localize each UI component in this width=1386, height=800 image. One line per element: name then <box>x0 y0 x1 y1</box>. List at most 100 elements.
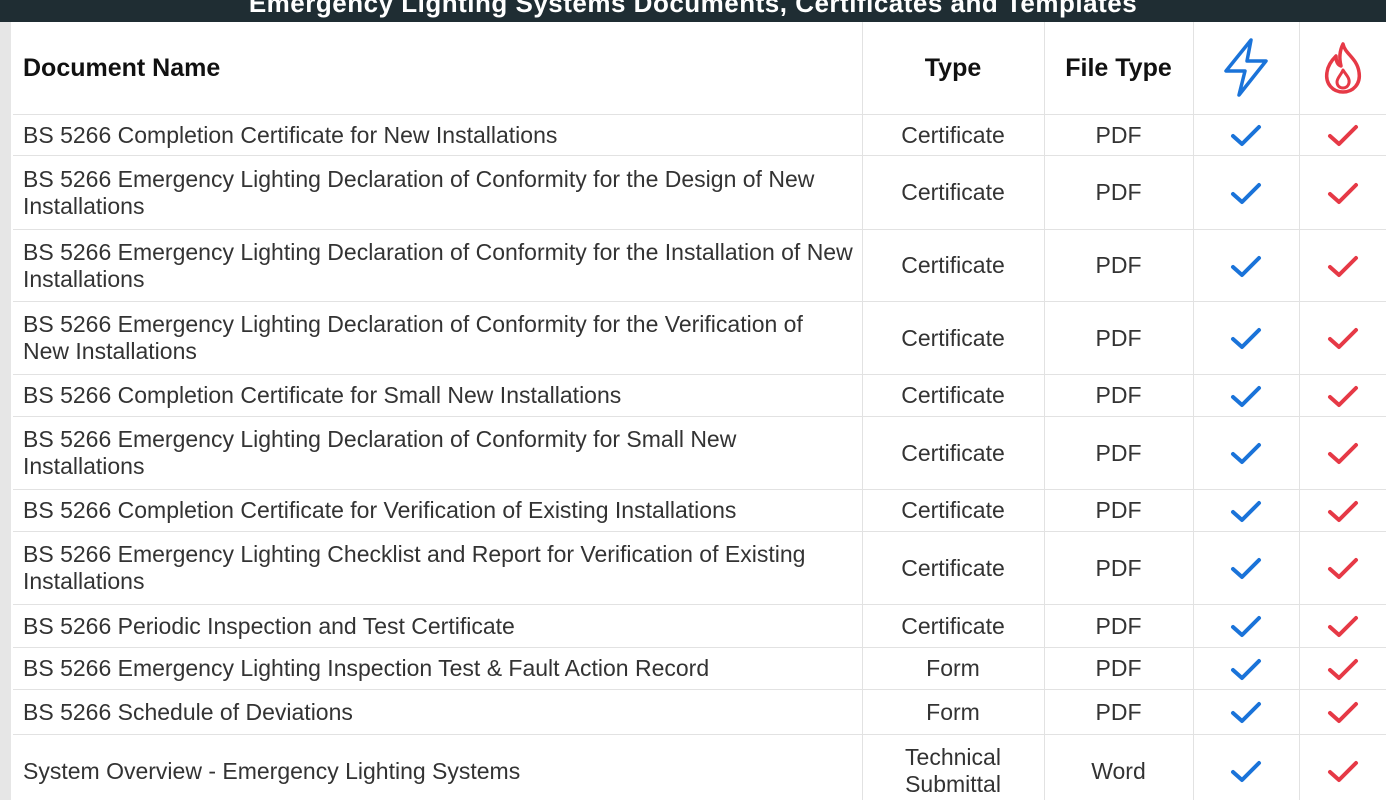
document-name-cell: BS 5266 Completion Certificate for New I… <box>13 114 863 156</box>
checkmark-icon <box>1327 382 1359 408</box>
checkmark-icon <box>1230 122 1262 148</box>
electrical-check-cell <box>1193 114 1300 156</box>
document-type-cell: Certificate <box>862 374 1045 417</box>
checkmark-icon <box>1327 613 1359 639</box>
checkmark-icon <box>1327 555 1359 581</box>
file-type-cell: PDF <box>1044 416 1194 490</box>
checkmark-icon <box>1327 699 1359 725</box>
file-type-cell: Word <box>1044 734 1194 800</box>
document-type-cell: Form <box>862 689 1045 735</box>
electrical-check-cell <box>1193 416 1300 490</box>
table-row: BS 5266 Schedule of Deviations Form PDF <box>13 689 1386 735</box>
electrical-check-cell <box>1193 689 1300 735</box>
fire-check-cell <box>1299 531 1386 605</box>
checkmark-icon <box>1327 655 1359 681</box>
electrical-check-cell <box>1193 374 1300 417</box>
document-name-cell: BS 5266 Emergency Lighting Checklist and… <box>13 531 863 605</box>
electrical-check-cell <box>1193 489 1300 532</box>
checkmark-icon <box>1327 758 1359 784</box>
checkmark-icon <box>1327 440 1359 466</box>
document-type-cell: Certificate <box>862 416 1045 490</box>
electrical-check-cell <box>1193 531 1300 605</box>
fire-check-cell <box>1299 647 1386 690</box>
fire-check-cell <box>1299 155 1386 230</box>
checkmark-icon <box>1230 613 1262 639</box>
checkmark-icon <box>1230 252 1262 278</box>
electrical-check-cell <box>1193 604 1300 648</box>
column-header-electrical <box>1193 22 1300 115</box>
document-type-cell: Certificate <box>862 604 1045 648</box>
column-header-document-name: Document Name <box>13 22 863 115</box>
document-type-cell: Certificate <box>862 489 1045 532</box>
table-row: BS 5266 Emergency Lighting Declaration o… <box>13 229 1386 302</box>
document-type-cell: Form <box>862 647 1045 690</box>
table-row: BS 5266 Completion Certificate for Verif… <box>13 489 1386 532</box>
table-header-row: Document Name Type File Type <box>13 22 1386 115</box>
checkmark-icon <box>1230 179 1262 205</box>
document-type-cell: Certificate <box>862 229 1045 302</box>
fire-check-cell <box>1299 416 1386 490</box>
document-name-cell: BS 5266 Emergency Lighting Declaration o… <box>13 301 863 375</box>
checkmark-icon <box>1327 179 1359 205</box>
fire-check-cell <box>1299 489 1386 532</box>
document-name-cell: BS 5266 Periodic Inspection and Test Cer… <box>13 604 863 648</box>
file-type-cell: PDF <box>1044 489 1194 532</box>
documents-table: Document Name Type File Type BS 5266 Com… <box>13 22 1386 800</box>
checkmark-icon <box>1230 555 1262 581</box>
table-row: BS 5266 Periodic Inspection and Test Cer… <box>13 604 1386 648</box>
flame-icon <box>1321 42 1365 94</box>
table-row: BS 5266 Completion Certificate for Small… <box>13 374 1386 417</box>
electrical-check-cell <box>1193 155 1300 230</box>
fire-check-cell <box>1299 374 1386 417</box>
checkmark-icon <box>1327 497 1359 523</box>
file-type-cell: PDF <box>1044 647 1194 690</box>
left-border <box>0 22 11 800</box>
document-type-cell: Certificate <box>862 301 1045 375</box>
document-name-cell: BS 5266 Completion Certificate for Verif… <box>13 489 863 532</box>
table-row: BS 5266 Emergency Lighting Inspection Te… <box>13 647 1386 690</box>
table-row: BS 5266 Completion Certificate for New I… <box>13 114 1386 156</box>
document-type-cell: Certificate <box>862 114 1045 156</box>
checkmark-icon <box>1230 655 1262 681</box>
table-row: System Overview - Emergency Lighting Sys… <box>13 734 1386 800</box>
file-type-cell: PDF <box>1044 689 1194 735</box>
document-name-cell: BS 5266 Completion Certificate for Small… <box>13 374 863 417</box>
electrical-check-cell <box>1193 734 1300 800</box>
file-type-cell: PDF <box>1044 604 1194 648</box>
file-type-cell: PDF <box>1044 531 1194 605</box>
banner-title: Emergency Lighting Systems Documents, Ce… <box>248 0 1138 18</box>
fire-check-cell <box>1299 301 1386 375</box>
electrical-check-cell <box>1193 647 1300 690</box>
checkmark-icon <box>1230 758 1262 784</box>
fire-check-cell <box>1299 604 1386 648</box>
checkmark-icon <box>1230 699 1262 725</box>
file-type-cell: PDF <box>1044 374 1194 417</box>
fire-check-cell <box>1299 114 1386 156</box>
document-name-cell: BS 5266 Emergency Lighting Declaration o… <box>13 416 863 490</box>
document-type-cell: Technical Submittal <box>862 734 1045 800</box>
column-header-file-type: File Type <box>1044 22 1194 115</box>
electrical-check-cell <box>1193 301 1300 375</box>
fire-check-cell <box>1299 229 1386 302</box>
page-banner: Emergency Lighting Systems Documents, Ce… <box>0 0 1386 22</box>
table-row: BS 5266 Emergency Lighting Declaration o… <box>13 155 1386 230</box>
document-type-cell: Certificate <box>862 155 1045 230</box>
checkmark-icon <box>1327 252 1359 278</box>
document-name-cell: BS 5266 Emergency Lighting Inspection Te… <box>13 647 863 690</box>
checkmark-icon <box>1327 122 1359 148</box>
file-type-cell: PDF <box>1044 229 1194 302</box>
checkmark-icon <box>1230 325 1262 351</box>
checkmark-icon <box>1230 497 1262 523</box>
file-type-cell: PDF <box>1044 155 1194 230</box>
document-name-cell: BS 5266 Schedule of Deviations <box>13 689 863 735</box>
checkmark-icon <box>1230 382 1262 408</box>
table-row: BS 5266 Emergency Lighting Checklist and… <box>13 531 1386 605</box>
fire-check-cell <box>1299 689 1386 735</box>
electrical-check-cell <box>1193 229 1300 302</box>
column-header-type: Type <box>862 22 1045 115</box>
document-name-cell: BS 5266 Emergency Lighting Declaration o… <box>13 229 863 302</box>
document-name-cell: System Overview - Emergency Lighting Sys… <box>13 734 863 800</box>
file-type-cell: PDF <box>1044 114 1194 156</box>
table-row: BS 5266 Emergency Lighting Declaration o… <box>13 301 1386 375</box>
column-header-fire <box>1299 22 1386 115</box>
